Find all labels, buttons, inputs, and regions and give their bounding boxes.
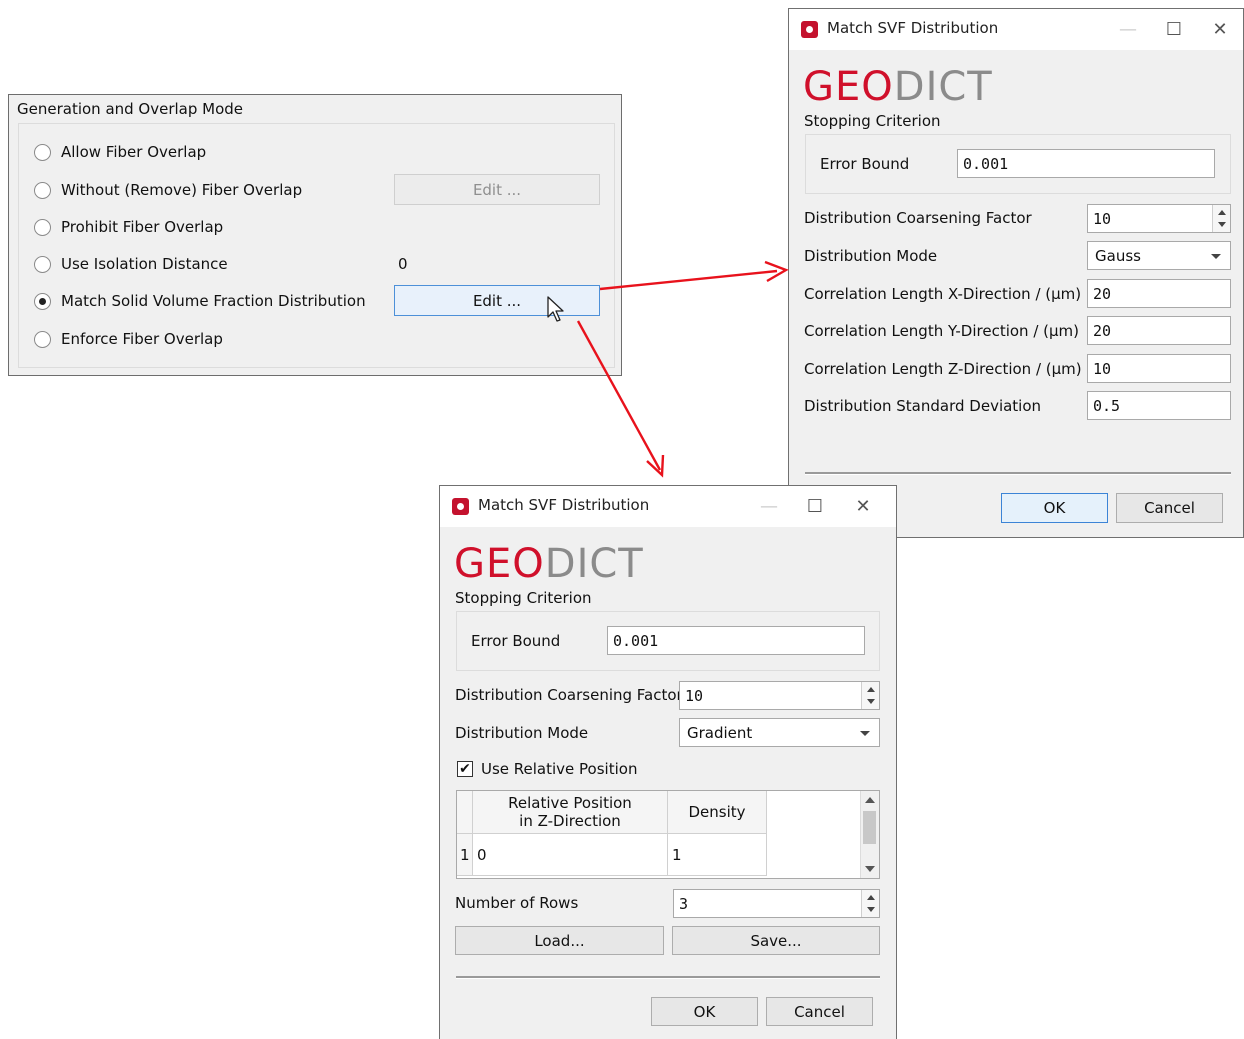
arrow-to-gradient-dialog [576,320,662,471]
arrowhead-icon [646,454,665,478]
annotation-arrows [576,260,789,478]
arrow-to-gauss-dialog [599,269,778,291]
